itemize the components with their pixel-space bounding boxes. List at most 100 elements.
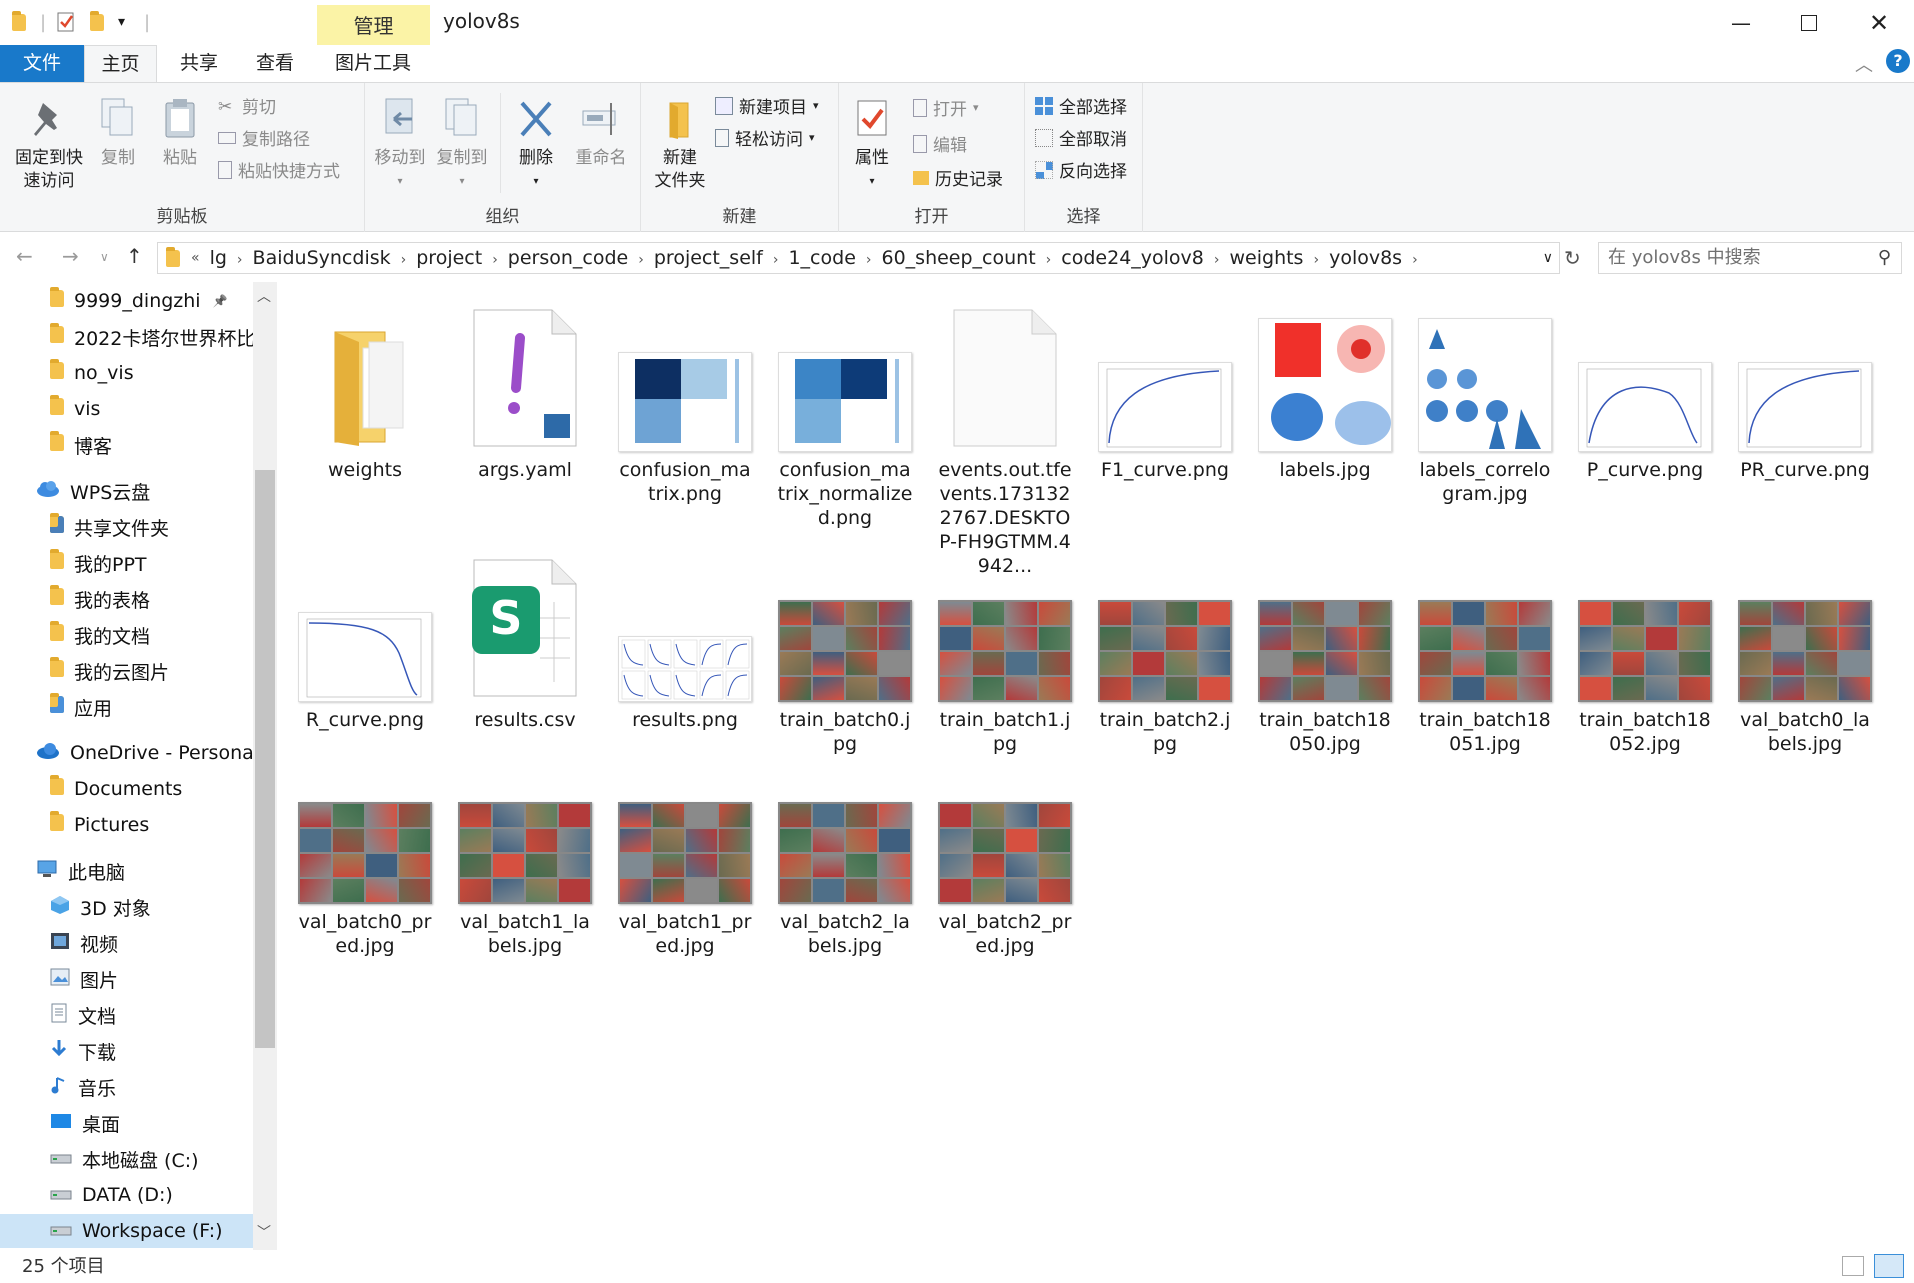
breadcrumb-chevron-icon[interactable]: › [1214,252,1220,268]
file-item[interactable]: args.yaml [450,296,600,482]
back-arrow-icon[interactable]: ← [16,244,33,268]
file-item[interactable]: val_batch1_labels.jpg [450,748,600,958]
copy-to-button[interactable]: 复制到 ▾ [433,97,491,193]
breadcrumb-chevron-icon[interactable]: › [237,252,243,268]
breadcrumb-item[interactable]: yolov8s [1329,247,1402,269]
copy-button[interactable]: 复制 [96,97,140,170]
tab-picture-tools[interactable]: 图片工具 [318,45,428,82]
open-button[interactable]: 打开 ▾ [913,95,979,120]
select-all-button[interactable]: 全部选择 [1035,93,1127,118]
properties-button[interactable]: 属性 ▾ [845,97,899,193]
invert-selection-button[interactable]: 反向选择 [1035,157,1127,182]
customize-qa-dropdown-icon[interactable]: ▾ [118,10,125,34]
collapse-ribbon-icon[interactable]: ︿ [1855,51,1873,77]
sidebar-item[interactable]: OneDrive - Personal [0,736,253,770]
breadcrumb-item[interactable]: code24_yolov8 [1061,247,1204,269]
file-item[interactable]: R_curve.png [290,546,440,732]
sidebar-item[interactable]: 下载 [0,1034,253,1068]
tab-file[interactable]: 文件 [0,45,84,82]
breadcrumb-chevron-icon[interactable]: › [1313,252,1319,268]
breadcrumb-chevron-icon[interactable]: › [638,252,644,268]
tab-view[interactable]: 查看 [243,45,307,82]
pin-quick-access-button[interactable]: 固定到快 速访问 [6,97,92,193]
file-item[interactable]: labels_correlogram.jpg [1410,296,1560,506]
sidebar-item[interactable]: 我的云图片 [0,654,253,688]
select-none-button[interactable]: 全部取消 [1035,125,1127,150]
breadcrumb-item[interactable]: project [416,247,482,269]
file-item[interactable]: val_batch2_pred.jpg [930,748,1080,958]
breadcrumb-chevron-icon[interactable]: › [492,252,498,268]
file-item[interactable]: events.out.tfevents.1731322767.DESKTOP-F… [930,296,1080,578]
history-button[interactable]: 历史记录 [913,165,1003,190]
sidebar-item[interactable]: WPS云盘 [0,474,253,508]
file-item[interactable]: results.png [610,546,760,732]
sidebar-item[interactable]: Workspace (F:) [0,1214,253,1248]
rename-button[interactable]: 重命名 [569,97,633,170]
breadcrumb-chevron-icon[interactable]: › [1412,252,1418,268]
sidebar-item[interactable]: 音乐 [0,1070,253,1104]
search-input[interactable]: 在 yolov8s 中搜索 ⚲ [1598,242,1902,274]
sidebar-item[interactable]: Pictures [0,808,253,842]
file-item[interactable]: Sresults.csv [450,546,600,732]
file-item[interactable]: train_batch0.jpg [770,546,920,756]
address-bar[interactable]: « lg › BaiduSyncdisk › project › person_code › p… [157,242,1560,274]
sidebar-item[interactable]: vis [0,392,253,426]
file-item[interactable]: train_batch18052.jpg [1570,546,1720,756]
large-icons-view-icon[interactable] [1874,1254,1904,1278]
sidebar-item[interactable]: 9999_dingzhi 📌 [0,284,253,318]
sidebar-item[interactable]: 应用 [0,690,253,724]
easy-access-button[interactable]: 轻松访问 ▾ [715,125,815,150]
sidebar-item[interactable]: 视频 [0,926,253,960]
paste-shortcut-button[interactable]: 粘贴快捷方式 [218,157,340,182]
sidebar-item[interactable]: 我的文档 [0,618,253,652]
refresh-icon[interactable]: ↻ [1564,246,1581,270]
close-button[interactable]: ✕ [1844,0,1914,45]
scroll-down-icon[interactable]: ﹀ [257,1222,271,1242]
file-item[interactable]: train_batch18050.jpg [1250,546,1400,756]
file-item[interactable]: train_batch2.jpg [1090,546,1240,756]
sidebar-item[interactable]: 2022卡塔尔世界杯比赛 [0,320,253,354]
up-arrow-icon[interactable]: ↑ [126,244,143,268]
file-item[interactable]: val_batch0_pred.jpg [290,748,440,958]
sidebar-item[interactable]: 共享文件夹 [0,510,253,544]
breadcrumb-item[interactable]: 1_code [788,247,855,269]
tab-share[interactable]: 共享 [167,45,231,82]
scroll-up-icon[interactable]: ︿ [257,286,271,306]
file-item[interactable]: val_batch0_labels.jpg [1730,546,1880,756]
sidebar-item[interactable]: 本地磁盘 (C:) [0,1142,253,1176]
breadcrumb-item[interactable]: weights [1230,247,1304,269]
new-folder-button[interactable]: 新建 文件夹 [647,97,713,193]
breadcrumb-item[interactable]: lg [210,247,227,269]
sidebar-item[interactable]: no_vis [0,356,253,390]
sidebar-item[interactable]: 我的PPT [0,546,253,580]
overflow-chevron-icon[interactable]: « [191,250,200,266]
move-to-button[interactable]: 移动到 ▾ [371,97,429,193]
file-item[interactable]: confusion_matrix_normalized.png [770,296,920,530]
new-folder-qa-icon[interactable] [90,10,104,34]
breadcrumb-chevron-icon[interactable]: › [401,252,407,268]
properties-qa-icon[interactable] [56,10,76,34]
file-item[interactable]: confusion_matrix.png [610,296,760,506]
sidebar-scrollbar[interactable]: ︿ ﹀ [253,282,277,1250]
scrollbar-thumb[interactable] [255,470,275,1048]
breadcrumb-chevron-icon[interactable]: › [866,252,872,268]
sidebar-item[interactable]: 3D 对象 [0,890,253,924]
sidebar-item[interactable]: 我的表格 [0,582,253,616]
forward-arrow-icon[interactable]: → [62,244,79,268]
maximize-button[interactable] [1774,0,1844,45]
delete-button[interactable]: 删除 ▾ [511,97,561,193]
breadcrumb-item[interactable]: BaiduSyncdisk [253,247,391,269]
sidebar-item[interactable]: Documents [0,772,253,806]
breadcrumb-chevron-icon[interactable]: › [1046,252,1052,268]
sidebar-item[interactable]: 图片 [0,962,253,996]
file-item[interactable]: val_batch2_labels.jpg [770,748,920,958]
cut-button[interactable]: ✂ 剪切 [218,93,276,119]
minimize-button[interactable]: — [1706,0,1776,45]
details-view-icon[interactable] [1842,1256,1864,1276]
file-item[interactable]: val_batch1_pred.jpg [610,748,760,958]
sidebar-item[interactable]: 桌面 [0,1106,253,1140]
file-item[interactable]: train_batch1.jpg [930,546,1080,756]
edit-button[interactable]: 编辑 [913,131,967,156]
new-item-button[interactable]: 新建项目 ▾ [715,93,819,118]
sidebar-item[interactable]: 博客 [0,428,253,462]
